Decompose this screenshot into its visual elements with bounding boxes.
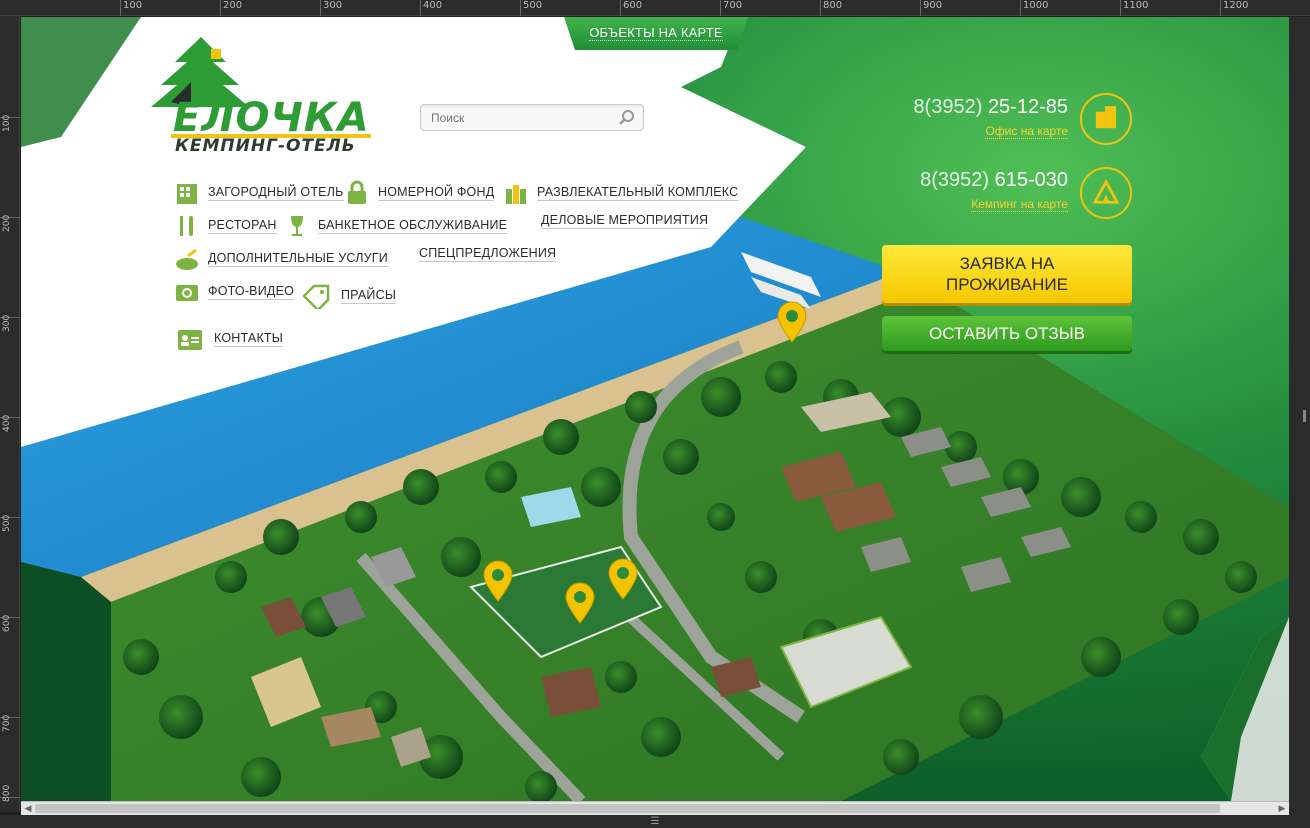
booking-request-button[interactable]: ЗАЯВКА НА ПРОЖИВАНИЕ (882, 245, 1132, 303)
horizontal-scrollbar[interactable]: ◀ ▶ (21, 801, 1289, 815)
menu-item-extra-services[interactable]: ДОПОЛНИТЕЛЬНЫЕ УСЛУГИ (174, 246, 388, 272)
menu-label: ФОТО-ВИДЕО (208, 284, 295, 300)
search-box (420, 104, 644, 131)
camping-phone-number: 615-030 (994, 169, 1068, 191)
contact-card-icon (178, 330, 202, 350)
right-strip (1289, 17, 1310, 815)
menu-label: КОНТАКТЫ (214, 331, 284, 347)
resize-handle[interactable] (1303, 410, 1306, 422)
search-input[interactable] (421, 105, 611, 130)
menu-item-photo-video[interactable]: ФОТО-ВИДЕО (174, 279, 295, 305)
ruler-vtick: 300 (0, 315, 20, 332)
ruler-tick: 1000 (1020, 0, 1048, 16)
menu-label: БАНКЕТНОЕ ОБСЛУЖИВАНИЕ (318, 218, 508, 234)
ruler-vtick: 200 (0, 215, 20, 232)
ruler-tick: 600 (620, 0, 642, 16)
office-phone-number: 25-12-85 (987, 96, 1068, 118)
leave-review-button[interactable]: ОСТАВИТЬ ОТЗЫВ (882, 316, 1132, 351)
ruler-tick: 200 (220, 0, 242, 16)
logo-subtitle: КЕМПИНГ-ОТЕЛЬ (175, 136, 356, 156)
ruler-tick: 400 (420, 0, 442, 16)
menu-label: ЗАГОРОДНЫЙ ОТЕЛЬ (208, 185, 344, 201)
ruler-vtick: 400 (0, 415, 20, 432)
map-pin-icon[interactable] (777, 301, 807, 343)
ruler-tick: 300 (320, 0, 342, 16)
hotel-icon (177, 184, 197, 204)
office-phone-prefix: 8(3952) (913, 96, 983, 118)
page-curl (1201, 617, 1289, 801)
ruler-tick: 800 (820, 0, 842, 16)
office-building-icon[interactable] (1080, 93, 1132, 145)
drag-handle-icon[interactable]: ☰ (651, 816, 660, 827)
bottles-icon (506, 185, 526, 204)
menu-label: СПЕЦПРЕДЛОЖЕНИЯ (419, 246, 557, 262)
ruler-vtick: 700 (0, 715, 20, 732)
menu-item-restaurant[interactable]: РЕСТОРАН (174, 213, 277, 239)
ruler-tick: 700 (720, 0, 742, 16)
fork-knife-icon (180, 216, 193, 236)
map-pin-icon[interactable] (565, 582, 595, 624)
scroll-thumb[interactable] (35, 804, 1220, 813)
menu-label: НОМЕРНОЙ ФОНД (378, 185, 495, 201)
menu-label: ДОПОЛНИТЕЛЬНЫЕ УСЛУГИ (208, 251, 388, 267)
ruler-tick: 1200 (1220, 0, 1248, 16)
ruler-tick: 900 (920, 0, 942, 16)
menu-item-entertainment[interactable]: РАЗВЛЕКАТЕЛЬНЫЙ КОМПЛЕКС (503, 180, 739, 206)
camping-phone-prefix: 8(3952) (920, 169, 990, 191)
price-tag-icon (302, 284, 330, 309)
map-pin-icon[interactable] (608, 558, 638, 600)
camera-icon (176, 285, 198, 301)
menu-item-country-hotel[interactable]: ЗАГОРОДНЫЙ ОТЕЛЬ (174, 180, 344, 206)
ruler-tick: 1100 (1120, 0, 1148, 16)
office-phone[interactable]: 8(3952) 25-12-85 (913, 96, 1068, 119)
menu-item-prices[interactable]: ПРАЙСЫ (299, 283, 397, 309)
menu-label: ДЕЛОВЫЕ МЕРОПРИЯТИЯ (541, 213, 709, 229)
menu-item-special-offers[interactable]: СПЕЦПРЕДЛОЖЕНИЯ (419, 246, 557, 262)
search-icon[interactable] (618, 109, 636, 127)
ruler-vtick: 100 (0, 115, 20, 132)
page-canvas: ОБЪЕКТЫ НА КАРТЕ ЕЛОЧКА КЕМПИНГ-ОТЕЛЬ ЗА… (21, 17, 1289, 801)
menu-item-rooms[interactable]: НОМЕРНОЙ ФОНД (344, 180, 495, 206)
lock-icon (348, 180, 366, 204)
wine-glass-icon (291, 216, 303, 236)
ruler-tick: 500 (520, 0, 542, 16)
map-pin-icon[interactable] (483, 560, 513, 602)
camping-map-link[interactable]: Кемпинг на карте (971, 197, 1068, 212)
ruler-tick: 100 (120, 0, 142, 16)
menu-item-contacts[interactable]: КОНТАКТЫ (174, 326, 284, 352)
menu-item-business[interactable]: ДЕЛОВЫЕ МЕРОПРИЯТИЯ (541, 213, 709, 229)
ruler-top: 100 200 300 400 500 600 700 800 900 1000… (0, 0, 1310, 16)
office-map-link[interactable]: Офис на карте (985, 124, 1068, 139)
menu-label: РАЗВЛЕКАТЕЛЬНЫЙ КОМПЛЕКС (537, 185, 739, 201)
tent-icon[interactable] (1080, 167, 1132, 219)
status-bar: ☰ (0, 815, 1310, 828)
ruler-left: 100 200 300 400 500 600 700 800 (0, 16, 20, 812)
ruler-vtick: 800 (0, 785, 20, 802)
booking-request-line2: ПРОЖИВАНИЕ (946, 275, 1068, 294)
bath-icon (176, 248, 198, 270)
menu-label: ПРАЙСЫ (341, 288, 397, 304)
menu-label: РЕСТОРАН (208, 218, 277, 234)
map-objects-tab-label: ОБЪЕКТЫ НА КАРТЕ (589, 25, 723, 41)
camping-phone[interactable]: 8(3952) 615-030 (920, 169, 1068, 192)
ruler-vtick: 600 (0, 615, 20, 632)
booking-request-line1: ЗАЯВКА НА (959, 254, 1055, 273)
scroll-right-icon[interactable]: ▶ (1276, 803, 1288, 815)
ruler-vtick: 500 (0, 515, 20, 532)
menu-item-banquet[interactable]: БАНКЕТНОЕ ОБСЛУЖИВАНИЕ (284, 213, 508, 239)
map-objects-tab[interactable]: ОБЪЕКТЫ НА КАРТЕ (564, 17, 748, 50)
scroll-left-icon[interactable]: ◀ (22, 803, 34, 815)
